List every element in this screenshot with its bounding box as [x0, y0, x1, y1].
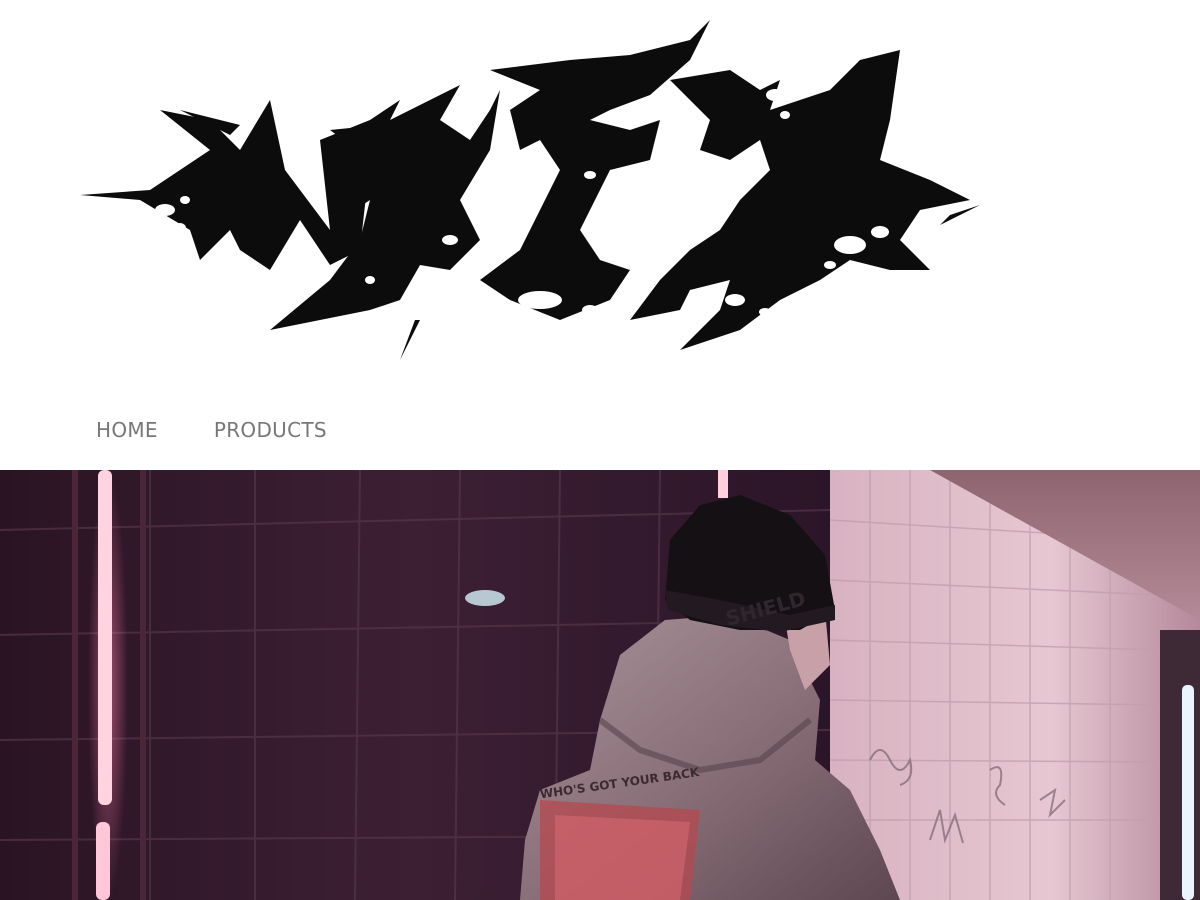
site-header: HOME PRODUCTS: [0, 0, 1200, 470]
main-nav: HOME PRODUCTS: [96, 418, 327, 442]
brand-logo-graphic: [80, 20, 980, 360]
nav-home-link[interactable]: HOME: [96, 418, 158, 442]
hero-banner: SHIELD WHO'S GOT YOUR BACK: [0, 470, 1200, 900]
nav-products-link[interactable]: PRODUCTS: [214, 418, 327, 442]
brand-logo[interactable]: [70, 0, 990, 370]
page: HOME PRODUCTS SHIELD WHO'S GOT YOUR BACK: [0, 0, 1200, 900]
hero-photo: SHIELD WHO'S GOT YOUR BACK: [0, 470, 1200, 900]
